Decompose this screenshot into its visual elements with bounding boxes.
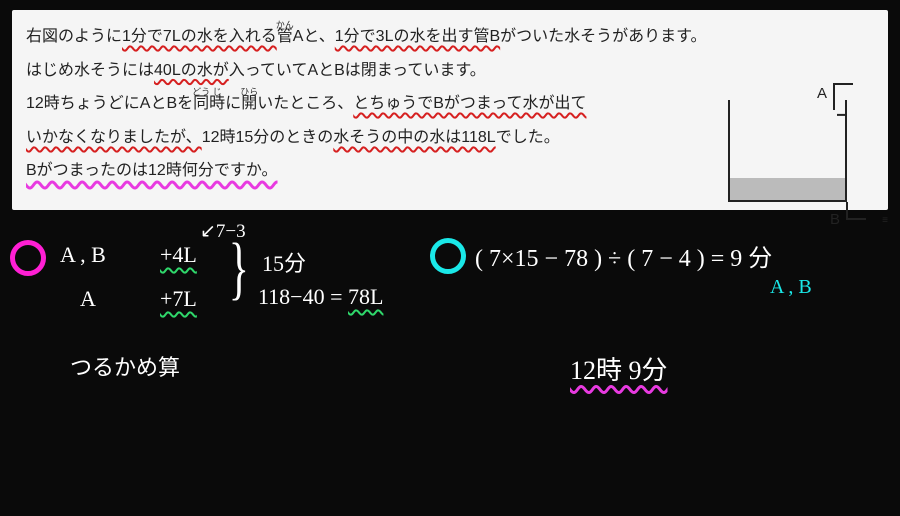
row2-label: A (80, 286, 96, 312)
bullet-1 (10, 240, 46, 276)
difference: 118−40 = 78L (258, 284, 383, 310)
problem-line-4: いかなくなりましたが、12時15分のときの水そうの中の水は118Lでした。 (26, 121, 726, 155)
equation: ( 7×15 − 78 ) ÷ ( 7 − 4 ) = 9 分 (475, 238, 772, 273)
tank-body (728, 100, 847, 202)
problem-line-3: 12時ちょうどにAとBをどう同じ時にひら開いたところ、とちゅうでBがつまって水が… (26, 87, 726, 121)
final-answer: 12時 9分 (570, 350, 668, 387)
circle-cyan-icon (430, 238, 466, 274)
tank-water-fill (730, 178, 845, 200)
method-label: つるかめ算 (70, 350, 180, 382)
brace-icon: } (229, 234, 249, 304)
minutes: 15分 (262, 246, 306, 278)
row1-label: A , B (60, 242, 106, 268)
equation-label: A , B (770, 276, 812, 299)
problem-line-1: 右図のように1分で7Lの水を入れるかん管Aと、1分で3Lの水を出す管Bがついた水… (26, 20, 726, 54)
problem-line-2: はじめ水そうには40Lの水が入っていてAとBは閉まっています。 (26, 54, 726, 88)
problem-line-5: Bがつまったのは12時何分ですか。 (26, 154, 726, 188)
row1-value: +4L (160, 242, 197, 268)
problem-text-block: 右図のように1分で7Lの水を入れるかん管Aと、1分で3Lの水を出す管Bがついた水… (26, 20, 726, 188)
problem-statement: 右図のように1分で7Lの水を入れるかん管Aと、1分で3Lの水を出す管Bがついた水… (12, 10, 888, 210)
circle-magenta-icon (10, 240, 46, 276)
tank-diagram: A ||| B ≡ (718, 55, 868, 225)
bullet-2 (430, 238, 466, 274)
work-area: ↙7−3 A , B +4L A +7L } 15分 118−40 = 78L … (0, 210, 900, 234)
row2-value: +7L (160, 286, 197, 312)
